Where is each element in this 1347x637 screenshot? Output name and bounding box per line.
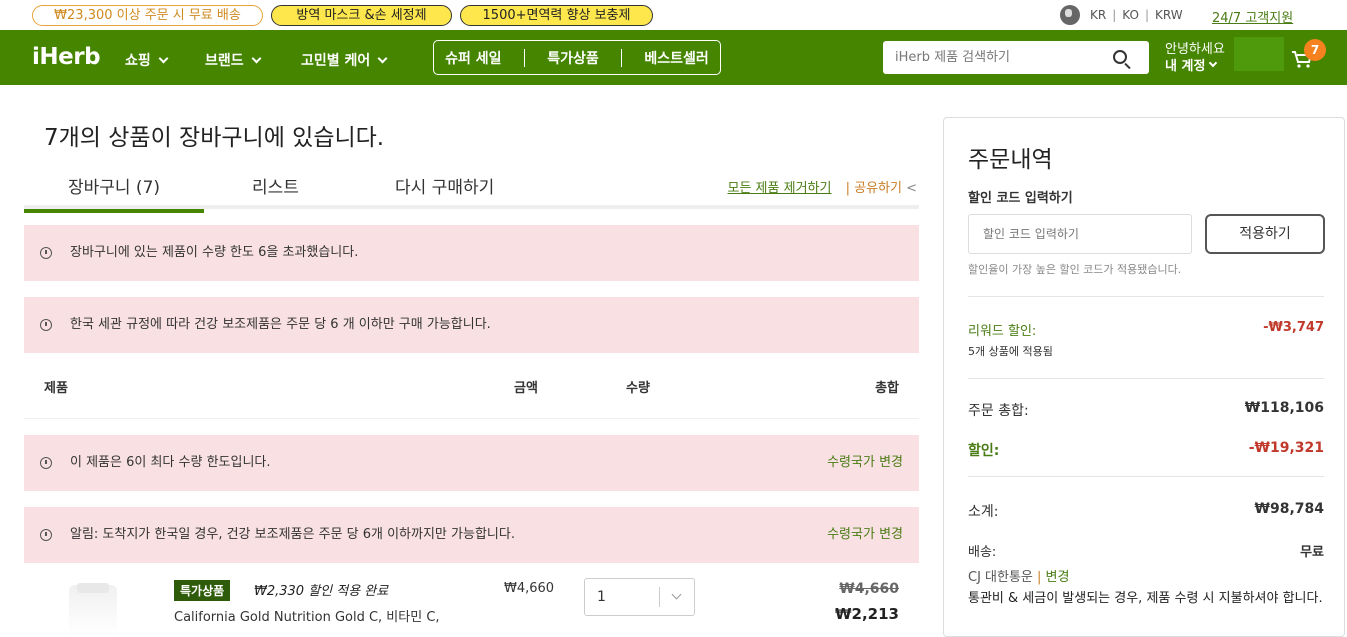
- locale-selector[interactable]: KR | KO | KRW: [1060, 5, 1183, 25]
- mask-promo-pill[interactable]: 방역 마스크 &손 세정제: [271, 4, 452, 26]
- shipping-row: 배송: 무료: [968, 545, 1324, 560]
- coupon-note: 할인율이 가장 높은 할인 코드가 적용됐습니다.: [968, 263, 1182, 276]
- coupon-input[interactable]: 할인 코드 입력하기: [968, 214, 1192, 254]
- order-total-row: 주문 총합: ₩118,106: [968, 400, 1324, 419]
- item-total: ₩2,213: [835, 605, 899, 623]
- search-icon[interactable]: [1113, 50, 1127, 64]
- chevron-down-icon: [1209, 58, 1218, 68]
- table-row: 특가상품 ₩2,330 할인 적용 완료 California Gold Nut…: [24, 571, 919, 635]
- cart-tabs: 장바구니 (7) 리스트 다시 구매하기 모든 제품 제거하기 | 공유하기 <: [24, 169, 919, 213]
- summary-title: 주문내역: [968, 147, 1053, 173]
- share-link[interactable]: | 공유하기 <: [846, 181, 917, 196]
- language-code: KO: [1122, 8, 1139, 22]
- discount-applied-text: ₩2,330 할인 적용 완료: [254, 584, 389, 599]
- order-summary: 주문내역 할인 코드 입력하기 할인 코드 입력하기 적용하기 할인율이 가장 …: [943, 117, 1345, 637]
- chevron-down-icon: [251, 53, 262, 64]
- quantity-select[interactable]: 1: [584, 578, 695, 616]
- specials-link[interactable]: 특가상품: [547, 48, 599, 68]
- immunity-promo-pill[interactable]: 1500+면역력 향상 보충제: [460, 4, 653, 26]
- currency-code: KRW: [1154, 8, 1183, 22]
- change-carrier-link[interactable]: 변경: [1046, 570, 1070, 585]
- info-icon: [40, 529, 52, 541]
- avatar[interactable]: [1234, 37, 1284, 71]
- original-total: ₩4,660: [839, 581, 899, 597]
- tab-cart[interactable]: 장바구니 (7): [24, 173, 204, 213]
- support-link[interactable]: 24/7 고객지원: [1212, 7, 1293, 26]
- subtotal-row: 소계: ₩98,784: [968, 501, 1324, 520]
- menu-health-concerns[interactable]: 고민별 케어: [301, 50, 388, 70]
- change-country-link[interactable]: 수령국가 변경: [827, 435, 903, 491]
- top-announcement-bar: ₩23,300 이상 주문 시 무료 배송 방역 마스크 &손 세정제 1500…: [0, 0, 1347, 30]
- share-icon: <: [906, 181, 917, 196]
- chevron-down-icon: [158, 53, 169, 64]
- limit-alert: 장바구니에 있는 제품이 수량 한도 6을 초과했습니다.: [24, 225, 919, 281]
- specials-badge: 특가상품: [174, 580, 231, 601]
- menu-brands[interactable]: 브랜드: [205, 50, 262, 70]
- product-image[interactable]: [69, 583, 117, 635]
- apply-coupon-button[interactable]: 적용하기: [1205, 214, 1325, 254]
- tab-list[interactable]: 리스트: [252, 173, 299, 198]
- free-shipping-pill[interactable]: ₩23,300 이상 주문 시 무료 배송: [32, 4, 263, 26]
- info-icon: [40, 247, 52, 259]
- table-header: 제품 금액 수량 총합: [24, 361, 919, 419]
- discount-row: 할인: -₩19,321: [968, 440, 1324, 459]
- best-sellers-link[interactable]: 베스트셀러: [644, 48, 708, 68]
- unit-price: ₩4,660: [504, 581, 555, 596]
- super-sale-link[interactable]: 슈퍼 세일: [445, 48, 501, 68]
- search-input[interactable]: iHerb 제품 검색하기: [883, 41, 1149, 74]
- promo-links: 슈퍼 세일 특가상품 베스트셀러: [433, 40, 721, 75]
- product-name-link[interactable]: California Gold Nutrition Gold C, 비타민 C,: [174, 606, 440, 625]
- account-menu[interactable]: 안녕하세요 내 계정: [1165, 41, 1225, 75]
- cart-count-badge: 7: [1304, 39, 1326, 61]
- info-icon: [40, 457, 52, 469]
- customs-note: 통관비 & 세금이 발생되는 경우, 제품 수령 시 지불하셔야 합니다.: [968, 591, 1323, 606]
- rewards-row: 리워드 할인: -₩3,747 5개 상품에 적용됨: [968, 320, 1324, 358]
- iherb-logo[interactable]: iHerb: [32, 44, 101, 70]
- menu-shopping[interactable]: 쇼핑: [125, 50, 169, 70]
- chevron-down-icon: [671, 589, 682, 600]
- change-country-link[interactable]: 수령국가 변경: [827, 507, 903, 563]
- page-title: 7개의 상품이 장바구니에 있습니다.: [44, 125, 385, 151]
- remove-all-link[interactable]: 모든 제품 제거하기: [728, 181, 832, 196]
- country-code: KR: [1090, 8, 1107, 22]
- item-customs-alert: 알림: 도착지가 한국일 경우, 건강 보조제품은 주문 당 6개 이하까지만 …: [24, 507, 919, 563]
- carrier-row: CJ 대한통운 | 변경: [968, 570, 1070, 585]
- main-nav: iHerb 쇼핑 브랜드 고민별 케어 슈퍼 세일 특가상품 베스트셀러 iHe…: [0, 30, 1347, 85]
- chevron-down-icon: [377, 53, 388, 64]
- tab-buy-again[interactable]: 다시 구매하기: [395, 173, 494, 198]
- info-icon: [40, 319, 52, 331]
- item-limit-alert: 이 제품은 6이 최다 수량 한도입니다. 수령국가 변경: [24, 435, 919, 491]
- globe-icon: [1060, 5, 1080, 25]
- customs-alert: 한국 세관 규정에 따라 건강 보조제품은 주문 당 6 개 이하만 구매 가능…: [24, 297, 919, 353]
- coupon-label: 할인 코드 입력하기: [968, 191, 1073, 206]
